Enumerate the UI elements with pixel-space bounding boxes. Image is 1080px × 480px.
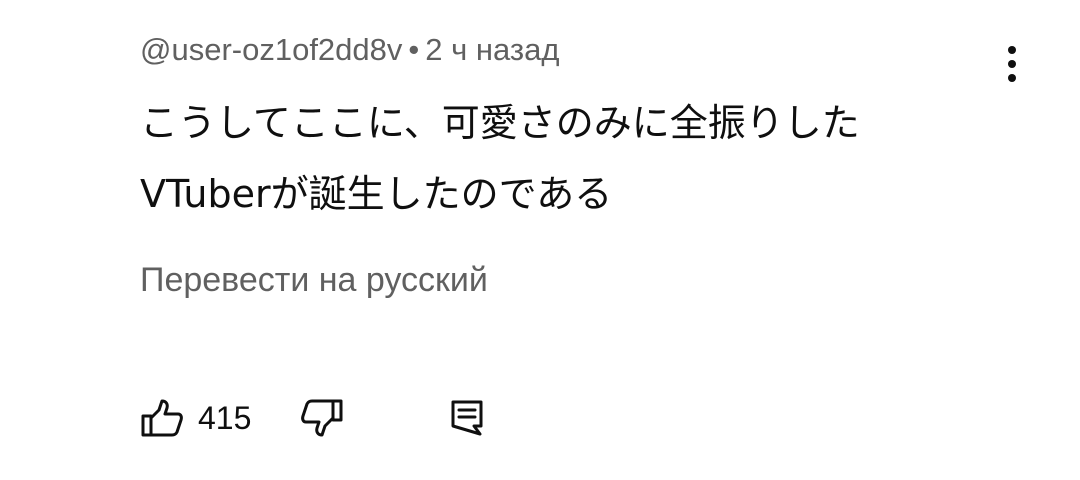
more-options-button[interactable] <box>992 42 1032 86</box>
meta-separator: • <box>408 32 420 67</box>
like-button[interactable]: 415 <box>140 396 251 440</box>
comment-item: @user-oz1of2dd8v • 2 ч назад こうしてここに、可愛さのみ… <box>0 0 1080 480</box>
comment-actions: 415 <box>140 396 640 440</box>
comment-meta: @user-oz1of2dd8v • 2 ч назад <box>140 30 559 70</box>
author-handle[interactable]: @user-oz1of2dd8v <box>140 32 402 67</box>
comment-text: こうしてここに、可愛さのみに全振りした VTuberが誕生したのである <box>140 101 860 216</box>
dislike-button[interactable] <box>300 396 344 440</box>
thumb-up-icon <box>140 398 184 438</box>
translate-link[interactable]: Перевести на русский <box>140 258 488 302</box>
thumb-down-icon <box>300 398 344 438</box>
more-vert-icon <box>1006 44 1018 84</box>
reply-comment-icon <box>450 399 484 437</box>
like-count: 415 <box>198 400 252 436</box>
reply-button[interactable] <box>450 396 484 440</box>
comment-timestamp: 2 ч назад <box>425 32 560 67</box>
